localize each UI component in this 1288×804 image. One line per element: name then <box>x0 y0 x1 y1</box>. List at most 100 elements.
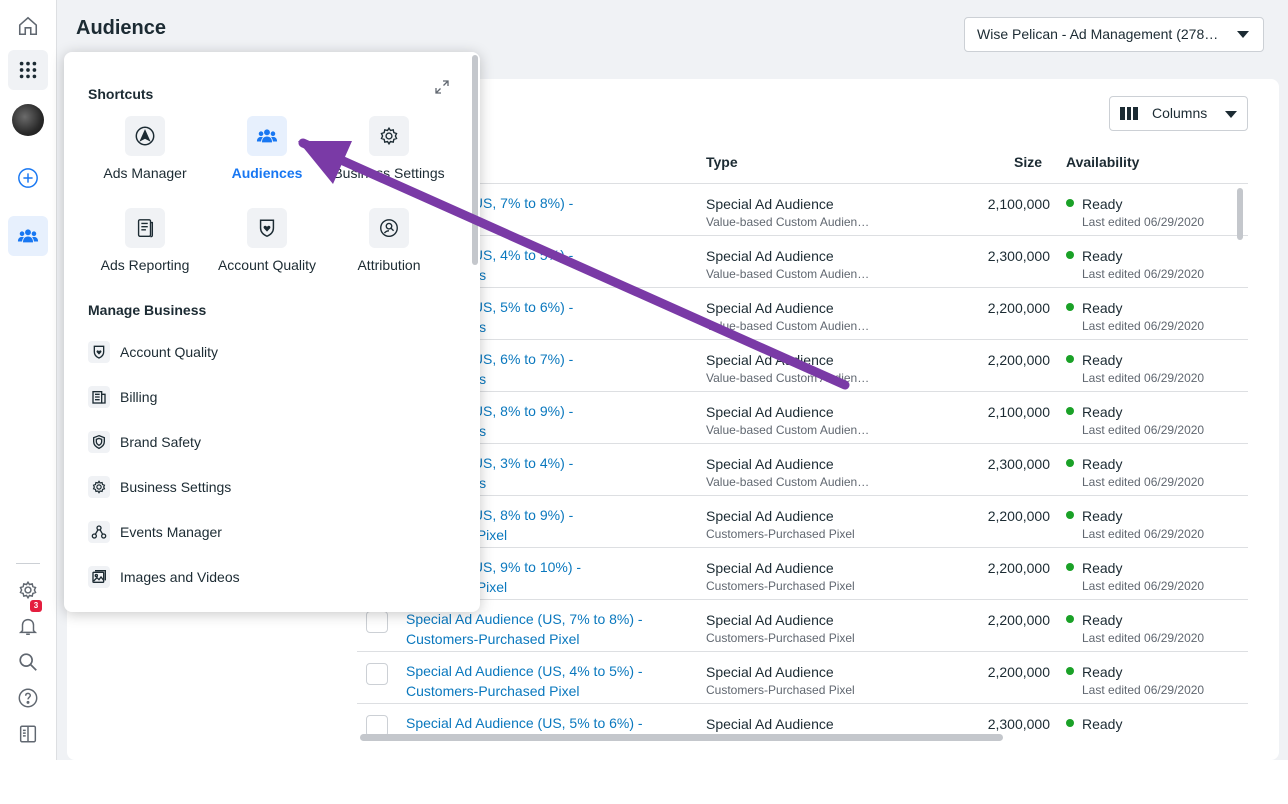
table-row[interactable]: Audience (US, 4% to 5%) -e-CustomersSpec… <box>357 235 1248 287</box>
popover-scrollbar[interactable] <box>472 55 478 265</box>
status-dot-icon <box>1066 251 1074 259</box>
columns-button[interactable]: Columns <box>1109 96 1248 131</box>
help-icon[interactable] <box>8 678 48 718</box>
status-dot-icon <box>1066 407 1074 415</box>
brand-safety-icon <box>88 431 110 453</box>
manage-item-label: Account Quality <box>120 344 219 360</box>
column-header-type[interactable]: Type <box>706 154 738 170</box>
table-row[interactable]: Audience (US, 8% to 9%) -e-CustomersSpec… <box>357 391 1248 443</box>
audience-subtype: Value-based Custom Audien… <box>706 475 870 489</box>
row-checkbox[interactable] <box>366 663 388 685</box>
audience-size: 2,200,000 <box>987 300 1050 316</box>
table-row[interactable]: Audience (US, 5% to 6%) -e-CustomersSpec… <box>357 287 1248 339</box>
chevron-down-icon <box>1225 111 1237 118</box>
audience-size: 2,300,000 <box>987 716 1050 732</box>
audience-subtype: Value-based Custom Audien… <box>706 371 870 385</box>
table-row[interactable]: Audience (US, 6% to 7%) -e-CustomersSpec… <box>357 339 1248 391</box>
last-edited: Last edited 06/29/2020 <box>1082 579 1205 593</box>
ad-account-selector[interactable]: Wise Pelican - Ad Management (2785… <box>964 17 1264 52</box>
status-dot-icon <box>1066 511 1074 519</box>
gear-icon <box>369 116 409 156</box>
table-row[interactable]: Special Ad Audience (US, 4% to 5%) - Cust… <box>357 651 1248 703</box>
toggle-panel-icon[interactable] <box>8 714 48 754</box>
status-dot-icon <box>1066 303 1074 311</box>
availability-status: Ready <box>1082 508 1123 524</box>
all-tools-grid-icon[interactable] <box>8 50 48 90</box>
audience-size: 2,200,000 <box>987 508 1050 524</box>
table-row[interactable]: Audience (US, 8% to 9%) -Purchased Pixel… <box>357 495 1248 547</box>
billing-icon <box>88 386 110 408</box>
gear-icon <box>88 476 110 498</box>
table-row[interactable]: Special Ad Audience (US, 5% to 6%) - Spec… <box>357 703 1248 755</box>
shortcuts-title: Shortcuts <box>88 86 154 102</box>
shortcut-account-quality[interactable]: Account Quality <box>202 208 332 273</box>
manage-item-images-and-videos[interactable]: Images and Videos <box>88 565 240 589</box>
audience-type: Special Ad Audience <box>706 404 834 420</box>
audience-type: Special Ad Audience <box>706 300 834 316</box>
availability-status: Ready <box>1082 456 1123 472</box>
shortcut-attribution[interactable]: Attribution <box>324 208 454 273</box>
manage-item-brand-safety[interactable]: Brand Safety <box>88 430 201 454</box>
table-horizontal-scrollbar[interactable] <box>360 734 1003 741</box>
notifications-bell-icon[interactable]: 3 <box>8 600 48 646</box>
manage-item-events-manager[interactable]: Events Manager <box>88 520 222 544</box>
audience-type: Special Ad Audience <box>706 612 834 628</box>
audience-name-link[interactable]: Special Ad Audience (US, 5% to 6%) - <box>406 713 666 733</box>
availability-status: Ready <box>1082 612 1123 628</box>
account-avatar[interactable] <box>12 104 44 136</box>
shortcut-ads-manager[interactable]: Ads Manager <box>80 116 210 181</box>
columns-button-label: Columns <box>1152 105 1208 121</box>
audience-subtype: Customers-Purchased Pixel <box>706 631 855 645</box>
search-icon[interactable] <box>8 642 48 682</box>
audience-name-link[interactable]: Special Ad Audience (US, 7% to 8%) - Cust… <box>406 609 666 649</box>
table-row[interactable]: Audience (US, 9% to 10%) -Purchased Pixe… <box>357 547 1248 599</box>
audiences-nav-icon[interactable] <box>8 216 48 256</box>
table-row[interactable]: Audience (US, 7% to 8%) --CustomersSpeci… <box>357 183 1248 235</box>
shortcut-label: Business Settings <box>333 165 445 181</box>
audience-subtype: Value-based Custom Audien… <box>706 267 870 281</box>
shortcut-audiences[interactable]: Audiences <box>202 116 332 181</box>
column-header-availability[interactable]: Availability <box>1066 154 1139 170</box>
availability-status: Ready <box>1082 716 1123 732</box>
status-dot-icon <box>1066 615 1074 623</box>
table-row[interactable]: Audience (US, 3% to 4%) -e-CustomersSpec… <box>357 443 1248 495</box>
last-edited: Last edited 06/29/2020 <box>1082 215 1205 229</box>
audience-type: Special Ad Audience <box>706 508 834 524</box>
manage-item-billing[interactable]: Billing <box>88 385 157 409</box>
last-edited: Last edited 06/29/2020 <box>1082 527 1205 541</box>
last-edited: Last edited 06/29/2020 <box>1082 423 1205 437</box>
last-edited: Last edited 06/29/2020 <box>1082 267 1205 281</box>
table-vertical-scrollbar[interactable] <box>1237 188 1243 240</box>
audience-size: 2,200,000 <box>987 664 1050 680</box>
audience-type: Special Ad Audience <box>706 664 834 680</box>
audience-subtype: Value-based Custom Audien… <box>706 215 870 229</box>
create-plus-icon[interactable] <box>8 158 48 198</box>
status-dot-icon <box>1066 459 1074 467</box>
shortcut-business-settings[interactable]: Business Settings <box>324 116 454 181</box>
audience-size: 2,300,000 <box>987 456 1050 472</box>
home-icon[interactable] <box>8 6 48 46</box>
audience-type: Special Ad Audience <box>706 716 834 732</box>
column-header-size[interactable]: Size <box>1014 154 1042 170</box>
ads-reporting-icon <box>125 208 165 248</box>
columns-icon <box>1120 107 1139 120</box>
manage-item-account-quality[interactable]: Account Quality <box>88 340 218 364</box>
shortcut-ads-reporting[interactable]: Ads Reporting <box>80 208 210 273</box>
shortcut-label: Ads Reporting <box>100 257 190 273</box>
availability-status: Ready <box>1082 664 1123 680</box>
audience-size: 2,300,000 <box>987 248 1050 264</box>
audience-subtype: Customers-Purchased Pixel <box>706 579 855 593</box>
manage-item-label: Brand Safety <box>120 434 201 450</box>
ads-manager-icon <box>125 116 165 156</box>
settings-gear-icon[interactable] <box>8 570 48 610</box>
manage-item-label: Business Settings <box>120 479 232 495</box>
table-row[interactable]: Special Ad Audience (US, 7% to 8%) - Cust… <box>357 599 1248 651</box>
manage-item-business-settings[interactable]: Business Settings <box>88 475 231 499</box>
row-checkbox[interactable] <box>366 611 388 633</box>
audience-name-link[interactable]: Special Ad Audience (US, 4% to 5%) - Cust… <box>406 661 666 701</box>
audience-name-line-1: Special Ad Audience (US, 4% to 5%) - <box>406 663 643 679</box>
shortcuts-popover: Shortcuts Ads Manager Audiences Business… <box>64 52 480 612</box>
audience-type: Special Ad Audience <box>706 560 834 576</box>
ad-account-selector-value: Wise Pelican - Ad Management (2785… <box>977 26 1227 42</box>
expand-icon[interactable] <box>434 79 450 95</box>
